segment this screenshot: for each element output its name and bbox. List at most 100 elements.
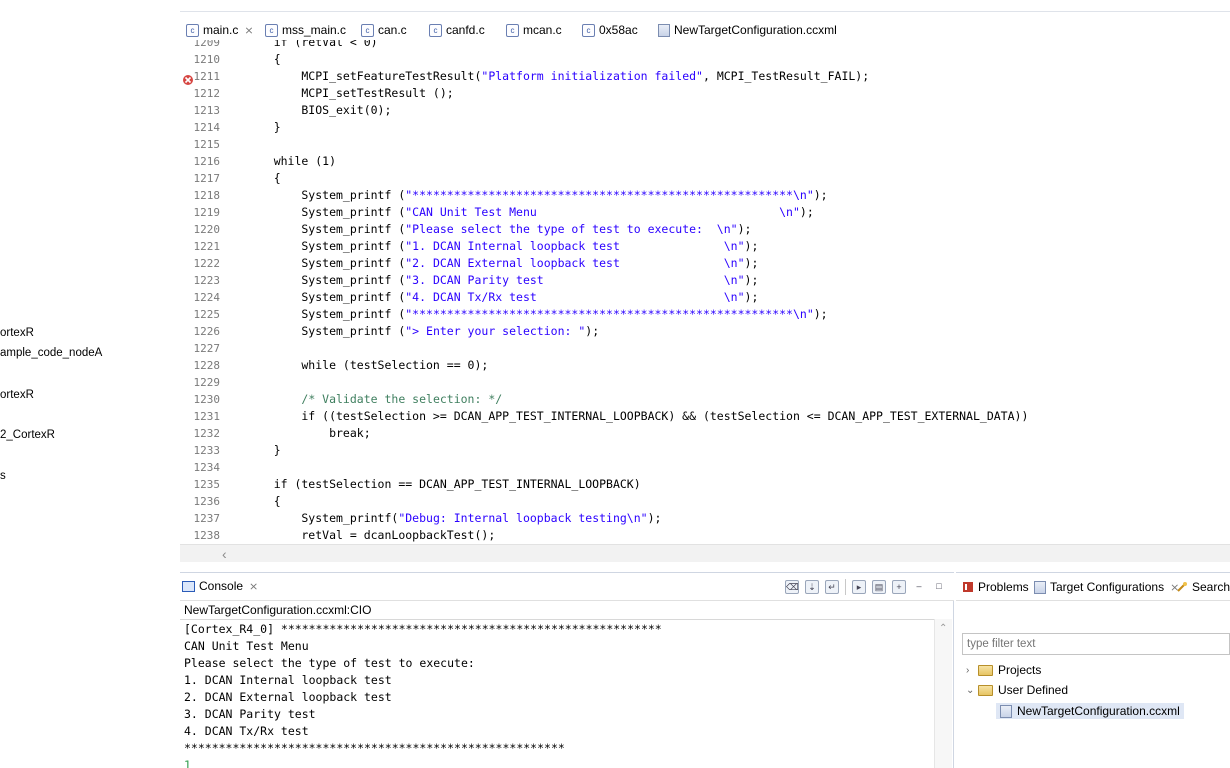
scroll-up-icon[interactable]: ⌃	[939, 623, 947, 634]
tree-item-projects[interactable]: › Projects	[966, 663, 1041, 677]
tab-label: Target Configurations	[1050, 580, 1165, 594]
code-text: while (1)	[246, 154, 337, 168]
explorer-item[interactable]: s	[0, 470, 6, 482]
tab-label: Console	[199, 579, 244, 593]
tab-can-c[interactable]: c can.c	[361, 20, 407, 40]
code-line[interactable]: 1222 System_printf ("2. DCAN External lo…	[180, 255, 1230, 272]
tab-mss-main-c[interactable]: c mss_main.c	[265, 20, 346, 40]
console-tab-bar: Console ⨯ ⌫ ⇣ ↵ ▸ ▤ + – □	[180, 573, 954, 601]
code-line[interactable]: 1232 break;	[180, 425, 1230, 442]
code-text: System_printf ("2. DCAN External loopbac…	[246, 256, 759, 270]
tab-search[interactable]: Search	[1176, 580, 1230, 594]
tab-target-configurations[interactable]: Target Configurations ⨯	[1034, 580, 1179, 594]
code-line[interactable]: 1229	[180, 374, 1230, 391]
minimize-icon[interactable]: –	[912, 580, 926, 594]
tab-canfd-c[interactable]: c canfd.c	[429, 20, 485, 40]
code-line[interactable]: 1209 if (retVal < 0)	[180, 40, 1230, 51]
code-editor: c main.c ⨯ c mss_main.c c can.c c canfd.…	[180, 0, 1230, 566]
explorer-item[interactable]: ample_code_nodeA	[0, 347, 102, 359]
scroll-left-icon[interactable]: ‹	[222, 546, 227, 562]
code-line[interactable]: 1236 {	[180, 493, 1230, 510]
code-line[interactable]: 1211 MCPI_setFeatureTestResult("Platform…	[180, 68, 1230, 85]
code-line[interactable]: 1234	[180, 459, 1230, 476]
code-line[interactable]: 1224 System_printf ("4. DCAN Tx/Rx test …	[180, 289, 1230, 306]
line-number: 1234	[193, 461, 221, 474]
code-line[interactable]: 1210 {	[180, 51, 1230, 68]
scroll-lock-icon[interactable]: ⇣	[805, 580, 819, 594]
line-number: 1233	[193, 444, 221, 457]
console-line: 4. DCAN Tx/Rx test	[184, 724, 309, 738]
tab-console[interactable]: Console ⨯	[182, 579, 258, 593]
code-line[interactable]: 1220 System_printf ("Please select the t…	[180, 221, 1230, 238]
filter-input[interactable]	[962, 633, 1230, 655]
code-text: }	[246, 443, 281, 457]
console-output[interactable]: [Cortex_R4_0] **************************…	[180, 619, 934, 768]
code-area[interactable]: 1209 if (retVal < 0) 1210 {1211 MCPI_setF…	[180, 40, 1230, 542]
chevron-right-icon[interactable]: ›	[966, 665, 978, 676]
code-line[interactable]: 1212 MCPI_setTestResult ();	[180, 85, 1230, 102]
code-line[interactable]: 1216 while (1)	[180, 153, 1230, 170]
code-line[interactable]: 1237 System_printf("Debug: Internal loop…	[180, 510, 1230, 527]
editor-horizontal-scrollbar[interactable]: ‹	[180, 544, 1230, 562]
code-line[interactable]: 1238 retVal = dcanLoopbackTest();	[180, 527, 1230, 542]
maximize-icon[interactable]: □	[932, 580, 946, 594]
chevron-down-icon[interactable]: ⌄	[966, 685, 978, 696]
code-text: System_printf ("4. DCAN Tx/Rx test \n");	[246, 290, 759, 304]
tab-label: mss_main.c	[282, 23, 347, 37]
close-icon[interactable]: ⨯	[249, 580, 258, 593]
tree-item-user-defined[interactable]: ⌄ User Defined	[966, 683, 1068, 697]
code-line[interactable]: 1226 System_printf ("> Enter your select…	[180, 323, 1230, 340]
tab-label: Problems	[978, 580, 1029, 594]
tab-0x58ac[interactable]: c 0x58ac	[582, 20, 638, 40]
target-config-icon	[658, 23, 670, 37]
line-number: 1214	[193, 121, 221, 134]
close-icon[interactable]: ⨯	[244, 24, 253, 37]
editor-top-border	[180, 0, 1230, 12]
line-number: 1212	[193, 87, 221, 100]
code-text: }	[246, 120, 281, 134]
code-line[interactable]: 1219 System_printf ("CAN Unit Test Menu …	[180, 204, 1230, 221]
console-icon	[182, 580, 195, 592]
code-line[interactable]: 1225 System_printf ("*******************…	[180, 306, 1230, 323]
code-text: if (retVal < 0)	[246, 40, 378, 49]
tab-mcan-c[interactable]: c mcan.c	[506, 20, 562, 40]
tab-main-c[interactable]: c main.c ⨯	[186, 20, 254, 40]
code-line[interactable]: 1217 {	[180, 170, 1230, 187]
clear-console-icon[interactable]: ⌫	[785, 580, 799, 594]
tree-item-target-config[interactable]: NewTargetConfiguration.ccxml	[996, 703, 1184, 719]
code-line[interactable]: 1214 }	[180, 119, 1230, 136]
open-console-icon[interactable]: +	[892, 580, 906, 594]
target-config-icon	[1034, 580, 1046, 594]
tab-label: NewTargetConfiguration.ccxml	[674, 23, 837, 37]
code-line[interactable]: 1227	[180, 340, 1230, 357]
tab-problems[interactable]: Problems	[962, 580, 1029, 594]
console-vertical-scrollbar[interactable]: ⌃	[934, 619, 952, 768]
display-console-icon[interactable]: ▤	[872, 580, 886, 594]
code-line[interactable]: 1230 /* Validate the selection: */	[180, 391, 1230, 408]
tree-label: NewTargetConfiguration.ccxml	[1017, 704, 1180, 718]
project-explorer-panel: ortexR ample_code_nodeA ortexR 2_CortexR…	[0, 0, 178, 768]
code-line[interactable]: 1221 System_printf ("1. DCAN Internal lo…	[180, 238, 1230, 255]
code-line[interactable]: 1215	[180, 136, 1230, 153]
code-line[interactable]: 1235 if (testSelection == DCAN_APP_TEST_…	[180, 476, 1230, 493]
tab-target-config[interactable]: NewTargetConfiguration.ccxml	[658, 20, 837, 40]
code-text: {	[246, 494, 281, 508]
word-wrap-icon[interactable]: ↵	[825, 580, 839, 594]
explorer-item[interactable]: ortexR	[0, 327, 34, 339]
code-line[interactable]: 1231 if ((testSelection >= DCAN_APP_TEST…	[180, 408, 1230, 425]
code-line[interactable]: 1228 while (testSelection == 0);	[180, 357, 1230, 374]
console-line: 2. DCAN External loopback test	[184, 690, 392, 704]
explorer-item[interactable]: 2_CortexR	[0, 429, 55, 441]
code-line[interactable]: 1233 }	[180, 442, 1230, 459]
code-line[interactable]: 1218 System_printf ("*******************…	[180, 187, 1230, 204]
pin-console-icon[interactable]: ▸	[852, 580, 866, 594]
line-number: 1224	[193, 291, 221, 304]
tab-label: mcan.c	[523, 23, 562, 37]
code-line[interactable]: 1213 BIOS_exit(0);	[180, 102, 1230, 119]
c-file-icon: c	[506, 23, 519, 37]
line-number: 1231	[193, 410, 221, 423]
code-text: System_printf ("3. DCAN Parity test \n")…	[246, 273, 759, 287]
explorer-item[interactable]: ortexR	[0, 389, 34, 401]
code-line[interactable]: 1223 System_printf ("3. DCAN Parity test…	[180, 272, 1230, 289]
line-number: 1215	[193, 138, 221, 151]
